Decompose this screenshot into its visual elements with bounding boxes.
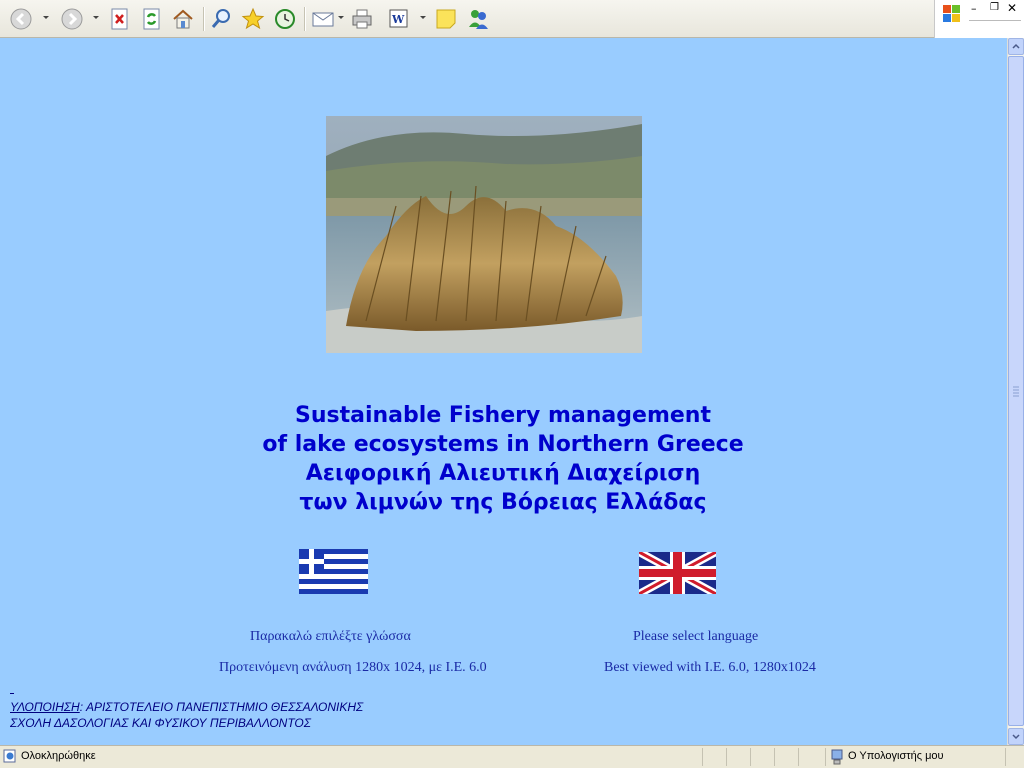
greek-resolution-note: Προτεινόμενη ανάλυση 1280x 1024, με I.E.…: [219, 660, 487, 675]
window-controls: – ❐ ✕: [934, 0, 1024, 38]
greek-flag-icon: [299, 549, 368, 594]
edit-icon[interactable]: W: [386, 6, 412, 32]
scroll-up-button[interactable]: [1008, 38, 1024, 55]
uk-flag-link[interactable]: [637, 548, 718, 598]
forward-icon[interactable]: [59, 6, 85, 32]
status-pane: [774, 748, 775, 766]
title-line-3: Αειφορική Αλιευτική Διαχείριση: [305, 461, 701, 486]
footer-school: ΣΧΟΛΗ ΔΑΣΟΛΟΓΙΑΣ ΚΑΙ ΦΥΣΙΚΟΥ ΠΕΡΙΒΑΛΛΟΝΤ…: [10, 716, 311, 730]
page-title: Sustainable Fishery management of lake e…: [0, 401, 1006, 517]
history-icon[interactable]: [272, 6, 298, 32]
english-select-prompt[interactable]: Please select language: [633, 629, 758, 645]
back-icon[interactable]: [8, 6, 34, 32]
footer-mark: [10, 693, 14, 694]
mail-dropdown-icon[interactable]: [338, 16, 344, 19]
toolbar-grip: [969, 20, 1021, 21]
status-pane: [726, 748, 727, 766]
status-text: Ολοκληρώθηκε: [21, 750, 96, 762]
status-pane: [798, 748, 799, 766]
credit-label: ΥΛΟΠΟΙΗΣΗ: [10, 700, 80, 714]
footer-credit: ΥΛΟΠΟΙΗΣΗ: ΑΡΙΣΤΟΤΕΛΕΙΟ ΠΑΝΕΠΙΣΤΗΜΙΟ ΘΕΣ…: [10, 700, 363, 714]
grip-icon: [1013, 386, 1019, 397]
toolbar-separator: [304, 7, 306, 31]
greek-select-prompt[interactable]: Παρακαλώ επιλέξτε γλώσσα: [250, 629, 411, 645]
windows-logo-icon: [941, 3, 963, 29]
status-pane: [750, 748, 751, 766]
greek-flag-link[interactable]: [299, 549, 368, 594]
mail-icon[interactable]: [310, 6, 336, 32]
uk-flag-icon: [637, 548, 718, 598]
back-dropdown-icon[interactable]: [43, 16, 49, 19]
search-icon[interactable]: [209, 6, 235, 32]
scroll-thumb[interactable]: [1008, 56, 1024, 726]
close-icon[interactable]: ✕: [1007, 1, 1017, 15]
zone-pane: [825, 748, 826, 766]
vertical-scrollbar[interactable]: [1007, 38, 1024, 745]
page-done-icon: [3, 749, 17, 766]
messenger-icon[interactable]: [465, 6, 491, 32]
title-line-4: των λιμνών της Βόρειας Ελλάδας: [299, 490, 707, 515]
stop-icon[interactable]: [107, 6, 133, 32]
minimize-icon[interactable]: –: [971, 2, 977, 15]
refresh-icon[interactable]: [139, 6, 165, 32]
discuss-icon[interactable]: [433, 6, 459, 32]
forward-dropdown-icon[interactable]: [93, 16, 99, 19]
status-pane: [702, 748, 703, 766]
computer-zone-icon: [830, 749, 844, 768]
browser-toolbar: W – ❐ ✕: [0, 0, 1024, 38]
lake-reeds-photo: [326, 116, 642, 353]
zone-text: Ο Υπολογιστής μου: [848, 750, 944, 762]
edit-dropdown-icon[interactable]: [420, 16, 426, 19]
home-icon[interactable]: [170, 6, 196, 32]
title-line-2: of lake ecosystems in Northern Greece: [262, 432, 744, 457]
restore-icon[interactable]: ❐: [990, 2, 999, 13]
chevron-down-icon: [1012, 734, 1020, 740]
print-icon[interactable]: [349, 6, 375, 32]
svg-text:W: W: [391, 13, 405, 26]
english-resolution-note: Best viewed with I.E. 6.0, 1280x1024: [604, 660, 816, 675]
title-line-1: Sustainable Fishery management: [295, 403, 711, 428]
status-bar: Ολοκληρώθηκε Ο Υπολογιστής μου: [0, 745, 1024, 768]
status-pane: [1005, 748, 1006, 766]
toolbar-separator: [203, 7, 205, 31]
scroll-down-button[interactable]: [1008, 728, 1024, 745]
credit-organization: : ΑΡΙΣΤΟΤΕΛΕΙΟ ΠΑΝΕΠΙΣΤΗΜΙΟ ΘΕΣΣΑΛΟΝΙΚΗΣ: [79, 700, 364, 714]
chevron-up-icon: [1012, 43, 1020, 49]
favorites-icon[interactable]: [240, 6, 266, 32]
